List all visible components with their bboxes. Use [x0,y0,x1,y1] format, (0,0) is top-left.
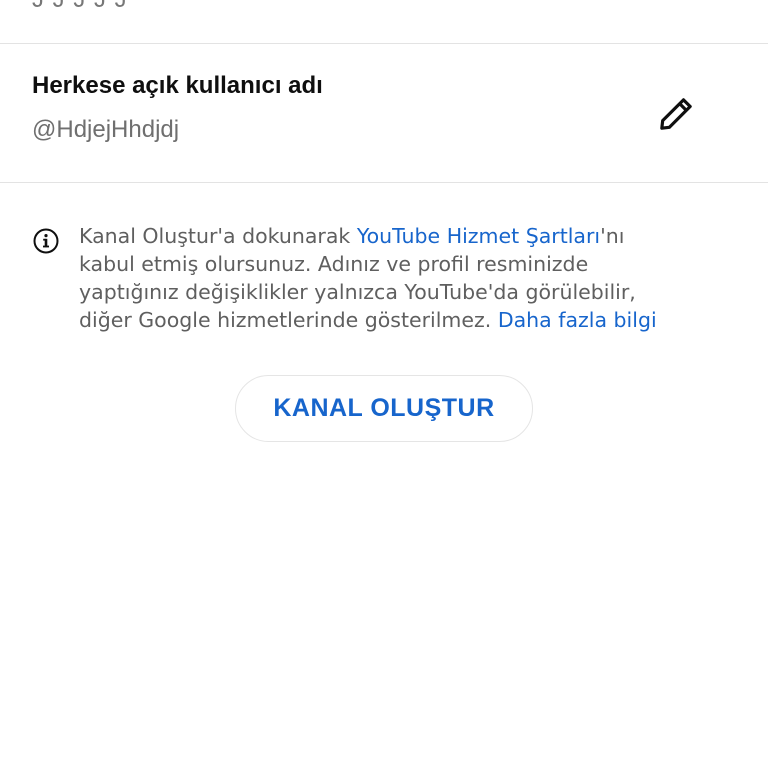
edit-username-button[interactable] [650,88,702,140]
info-icon [33,228,59,254]
previous-field-value: J J J J J [32,0,128,14]
learn-more-link[interactable]: Daha fazla bilgi [498,308,657,332]
terms-of-service-link[interactable]: YouTube Hizmet Şartları [357,224,600,248]
username-value: @HdjejHhdjdj [32,116,180,143]
username-label: Herkese açık kullanıcı adı [32,72,323,99]
pencil-icon [660,98,692,130]
terms-notice-text: Kanal Oluştur'a dokunarak YouTube Hizmet… [79,222,739,334]
create-channel-button[interactable]: KANAL OLUŞTUR [235,375,533,442]
previous-field-section: J J J J J [0,0,768,44]
terms-text-before: Kanal Oluştur'a dokunarak [79,224,357,248]
create-channel-page: J J J J J Herkese açık kullanıcı adı @Hd… [0,0,768,768]
